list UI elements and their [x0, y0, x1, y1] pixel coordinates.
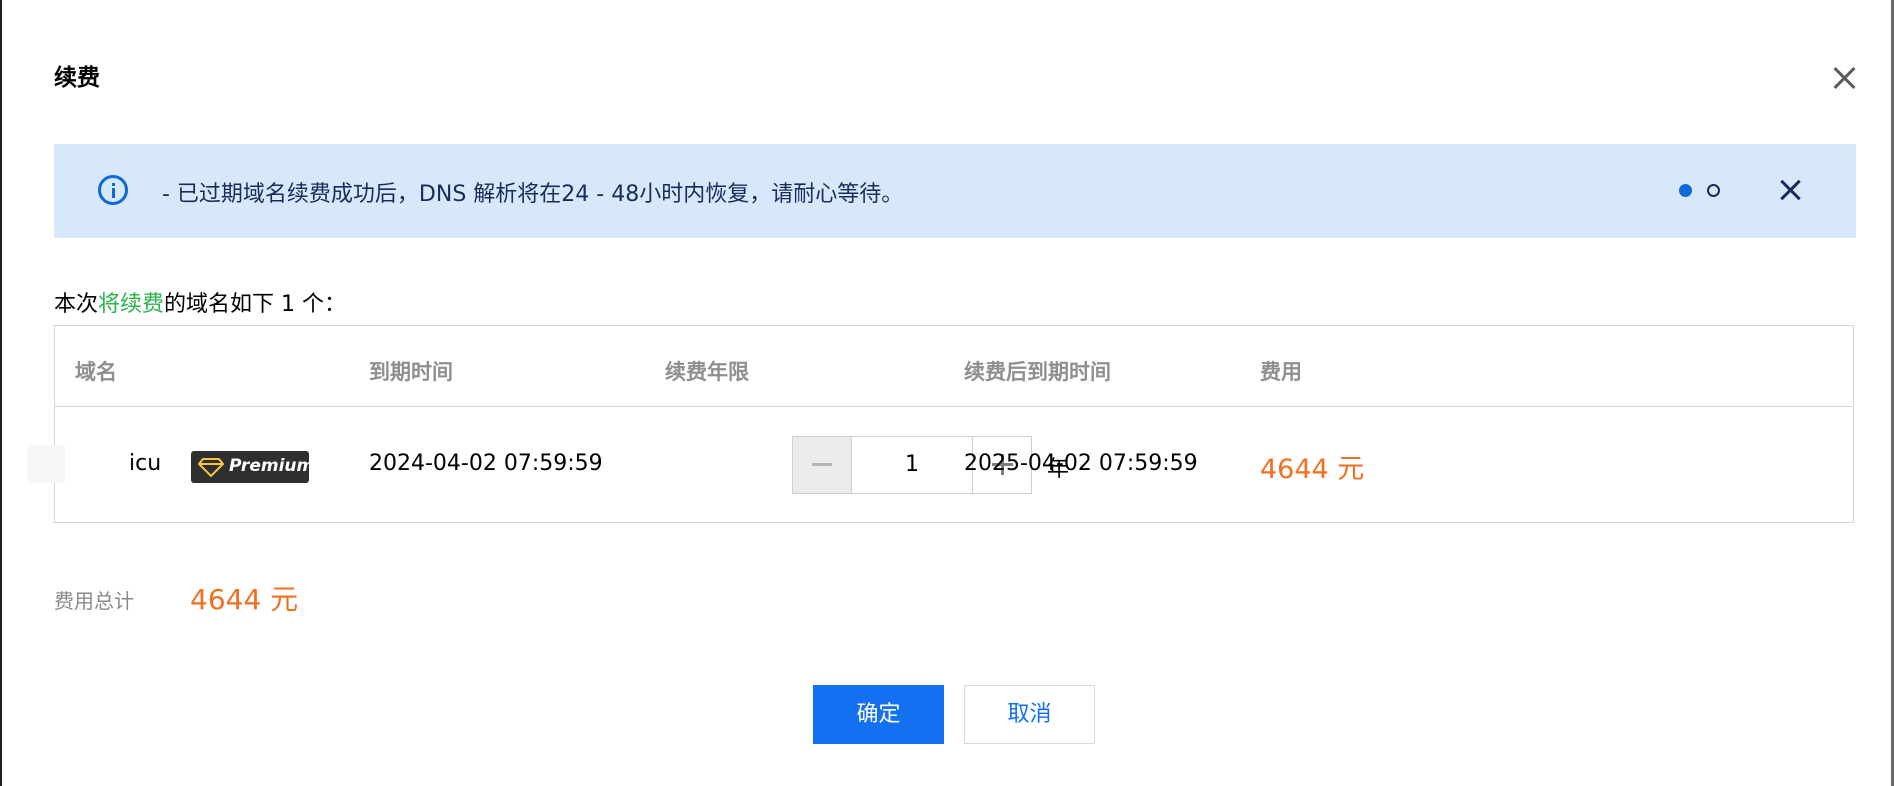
total-label: 费用总计 — [54, 589, 134, 613]
domain-table: 域名 到期时间 续费年限 续费后到期时间 费用 icu Premium 2024… — [27, 325, 1854, 523]
premium-label: Premium — [229, 456, 315, 476]
close-icon[interactable] — [1829, 63, 1859, 93]
header-expiry: 到期时间 — [369, 360, 453, 384]
table-row: icu Premium 2024-04-02 07:59:59 1 年 2025… — [27, 407, 1853, 523]
new-expiry-time: 2025-04-02 07:59:59 — [964, 451, 1198, 476]
cancel-button[interactable]: 取消 — [964, 685, 1095, 744]
domain-name: icu — [129, 451, 162, 476]
renew-dialog: 续费 - 已过期域名续费成功后，DNS 解析将在24 - 48小时内恢复，请耐心… — [2, 0, 1891, 786]
info-circle-icon — [98, 175, 128, 205]
page: 续费 - 已过期域名续费成功后，DNS 解析将在24 - 48小时内恢复，请耐心… — [0, 0, 1894, 786]
dialog-title: 续费 — [54, 65, 100, 91]
alert-close-icon[interactable] — [1777, 176, 1805, 204]
pager-dot-inactive[interactable] — [1707, 184, 1720, 197]
summary-prefix: 本次 — [54, 292, 99, 317]
summary-highlight: 将续费 — [98, 292, 165, 317]
summary-suffix: 的域名如下 1 个： — [164, 292, 347, 317]
table-header: 域名 到期时间 续费年限 续费后到期时间 费用 — [55, 326, 1853, 407]
total-value: 4644 元 — [190, 583, 299, 616]
confirm-button[interactable]: 确定 — [813, 685, 944, 744]
alert-message: - 已过期域名续费成功后，DNS 解析将在24 - 48小时内恢复，请耐心等待。 — [162, 182, 904, 207]
header-years: 续费年限 — [665, 360, 749, 384]
expiry-time: 2024-04-02 07:59:59 — [369, 451, 603, 476]
row-fee: 4644 元 — [1260, 454, 1365, 485]
years-input[interactable]: 1 — [852, 437, 972, 493]
pager-dot-active[interactable] — [1679, 184, 1692, 197]
premium-badge: Premium — [191, 451, 314, 483]
diamond-icon — [198, 458, 224, 477]
info-alert: - 已过期域名续费成功后，DNS 解析将在24 - 48小时内恢复，请耐心等待。 — [54, 144, 1856, 238]
header-domain: 域名 — [75, 360, 117, 384]
domain-redacted — [27, 445, 65, 483]
renew-summary: 本次将续费的域名如下 1 个： — [54, 286, 346, 318]
decrement-button[interactable] — [793, 437, 852, 493]
header-fee: 费用 — [1260, 360, 1302, 384]
header-new-expiry: 续费后到期时间 — [964, 360, 1111, 384]
